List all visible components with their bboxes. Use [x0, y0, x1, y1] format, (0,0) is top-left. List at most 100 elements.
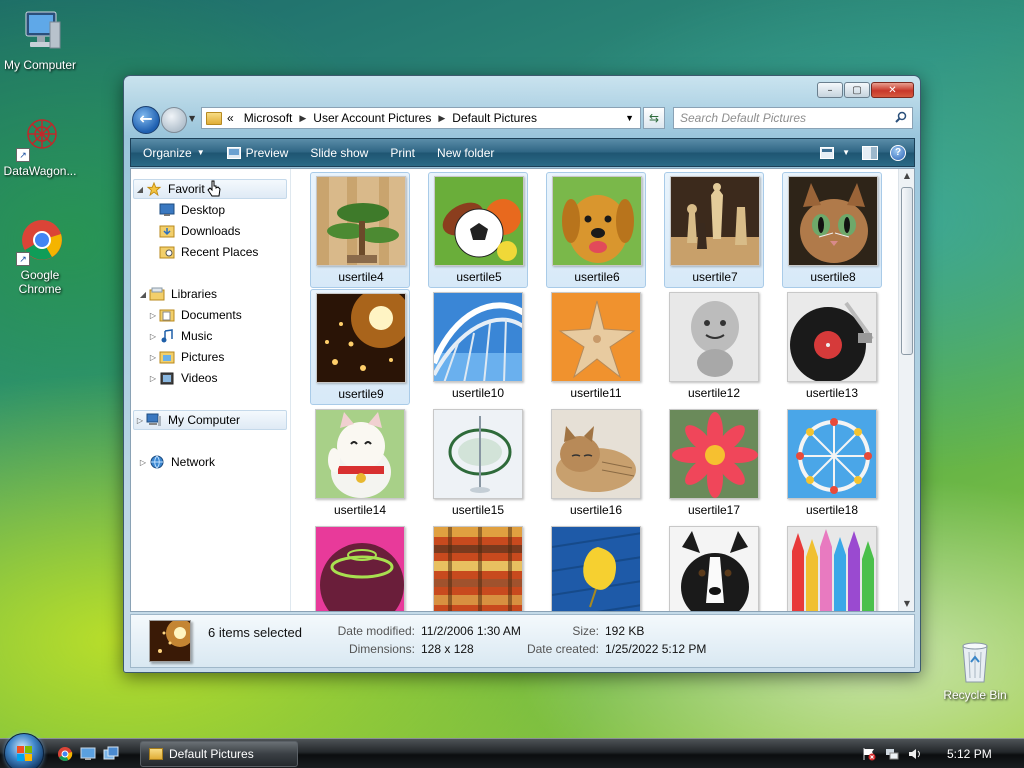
- breadcrumb-separator-icon[interactable]: ▶: [438, 113, 445, 124]
- file-tile[interactable]: usertile7: [664, 172, 764, 288]
- vertical-scrollbar[interactable]: ▲ ▼: [898, 169, 914, 611]
- view-icon: [820, 146, 835, 159]
- desktop-icon-my-computer[interactable]: My Computer: [0, 8, 80, 72]
- file-tile[interactable]: usertile5: [428, 172, 528, 288]
- file-tile[interactable]: usertile17: [664, 406, 764, 522]
- nav-documents[interactable]: ▷ Documents: [147, 305, 242, 325]
- breadcrumb-microsoft[interactable]: Microsoft: [244, 111, 293, 125]
- file-name: usertile9: [338, 387, 384, 401]
- file-tile[interactable]: usertile4: [310, 172, 410, 288]
- refresh-button[interactable]: ⇆: [643, 107, 665, 129]
- nav-label: Music: [181, 329, 213, 343]
- nav-label: Desktop: [181, 203, 226, 217]
- file-tile[interactable]: usertile12: [664, 289, 764, 405]
- file-tile[interactable]: usertile9: [310, 289, 410, 405]
- clock[interactable]: 5:12 PM: [947, 747, 992, 761]
- dimensions-label: Dimensions:: [348, 642, 415, 656]
- file-thumbnail: [787, 409, 877, 499]
- desktop-icon-google-chrome[interactable]: ↗ Google Chrome: [0, 218, 80, 296]
- quicklaunch-switch-windows-icon[interactable]: [103, 746, 119, 762]
- file-tile[interactable]: [782, 523, 882, 611]
- file-tile[interactable]: usertile18: [782, 406, 882, 522]
- computer-icon: [146, 413, 161, 426]
- expand-arrow-icon[interactable]: ▷: [147, 332, 159, 341]
- nav-libraries[interactable]: ◢ Libraries: [137, 284, 217, 304]
- expand-arrow-icon[interactable]: ◢: [134, 185, 146, 194]
- scroll-up-icon[interactable]: ▲: [899, 169, 914, 183]
- close-button[interactable]: ✕: [871, 82, 914, 98]
- scroll-thumb[interactable]: [901, 187, 913, 355]
- slideshow-button[interactable]: Slide show: [299, 139, 379, 166]
- nav-pictures[interactable]: ▷ Pictures: [147, 347, 224, 367]
- volume-icon[interactable]: [908, 747, 922, 761]
- documents-icon: [159, 309, 175, 322]
- quicklaunch-chrome-icon[interactable]: [57, 746, 73, 762]
- file-name: usertile7: [692, 270, 738, 284]
- file-tile[interactable]: usertile10: [428, 289, 528, 405]
- nav-favorites[interactable]: ◢ Favorit: [133, 179, 287, 199]
- preview-button[interactable]: Preview: [216, 139, 300, 166]
- organize-button[interactable]: Organize ▼: [131, 139, 216, 166]
- nav-downloads[interactable]: Downloads: [159, 221, 240, 241]
- file-tile[interactable]: [428, 523, 528, 611]
- new-folder-button[interactable]: New folder: [426, 139, 505, 166]
- address-dropdown-icon[interactable]: ▼: [625, 113, 634, 123]
- breadcrumb-overflow[interactable]: «: [227, 111, 234, 125]
- expand-arrow-icon[interactable]: ▷: [147, 374, 159, 383]
- print-label: Print: [390, 145, 416, 160]
- breadcrumb-separator-icon[interactable]: ▶: [299, 113, 306, 124]
- network-tray-icon[interactable]: [885, 747, 899, 761]
- nav-label: Network: [171, 455, 216, 469]
- file-name: usertile8: [810, 270, 856, 284]
- forward-button[interactable]: [161, 107, 187, 133]
- desktop-icon-datawagon[interactable]: ↗ DataWagon...: [0, 114, 80, 178]
- file-tile[interactable]: usertile11: [546, 289, 646, 405]
- date-created-value: 1/25/2022 5:12 PM: [605, 642, 707, 656]
- nav-videos[interactable]: ▷ Videos: [147, 368, 218, 388]
- start-button[interactable]: [4, 733, 44, 768]
- nav-network[interactable]: ▷ Network: [137, 452, 215, 472]
- minimize-button[interactable]: –: [817, 82, 843, 98]
- action-center-flag-icon[interactable]: [862, 747, 876, 761]
- change-view-button[interactable]: ▼: [820, 146, 850, 159]
- print-button[interactable]: Print: [379, 139, 426, 166]
- file-tile[interactable]: [546, 523, 646, 611]
- nav-desktop[interactable]: Desktop: [159, 200, 225, 220]
- nav-music[interactable]: ▷ Music: [147, 326, 212, 346]
- nav-my-computer[interactable]: ▷ My Computer: [133, 410, 287, 430]
- breadcrumb-default-pictures[interactable]: Default Pictures: [452, 111, 537, 125]
- file-tile[interactable]: usertile16: [546, 406, 646, 522]
- file-tile[interactable]: usertile8: [782, 172, 882, 288]
- quicklaunch-show-desktop-icon[interactable]: [80, 746, 96, 762]
- file-tile[interactable]: usertile14: [310, 406, 410, 522]
- file-tile[interactable]: [310, 523, 410, 611]
- expand-arrow-icon[interactable]: ▷: [147, 311, 159, 320]
- datawagon-icon: ↗: [16, 114, 64, 162]
- file-tile[interactable]: [664, 523, 764, 611]
- search-input[interactable]: Search Default Pictures: [673, 107, 913, 129]
- expand-arrow-icon[interactable]: ▷: [147, 353, 159, 362]
- taskbar: Default Pictures 5:12 PM: [0, 733, 1024, 768]
- file-thumbnail: [787, 526, 877, 611]
- nav-recent-places[interactable]: Recent Places: [159, 242, 258, 262]
- breadcrumb-user-account-pictures[interactable]: User Account Pictures: [313, 111, 431, 125]
- expand-arrow-icon[interactable]: ▷: [137, 458, 149, 467]
- file-tile[interactable]: usertile15: [428, 406, 528, 522]
- file-name: usertile4: [338, 270, 384, 284]
- maximize-button[interactable]: ▢: [844, 82, 870, 98]
- recent-pages-dropdown[interactable]: ▼: [189, 114, 195, 123]
- scroll-down-icon[interactable]: ▼: [899, 597, 914, 611]
- date-created-label: Date created:: [526, 642, 599, 656]
- back-button[interactable]: ←: [132, 106, 160, 134]
- desktop-icon-label: Google Chrome: [18, 268, 62, 296]
- taskbar-button-default-pictures[interactable]: Default Pictures: [140, 741, 298, 767]
- preview-pane-icon[interactable]: [862, 145, 878, 160]
- desktop-icon-recycle-bin[interactable]: Recycle Bin: [935, 638, 1015, 702]
- file-tile[interactable]: usertile6: [546, 172, 646, 288]
- search-icon[interactable]: [895, 111, 907, 123]
- help-button[interactable]: ?: [890, 144, 906, 161]
- address-bar[interactable]: « Microsoft ▶ User Account Pictures ▶ De…: [201, 107, 641, 129]
- file-tile[interactable]: usertile13: [782, 289, 882, 405]
- expand-arrow-icon[interactable]: ◢: [137, 290, 149, 299]
- expand-arrow-icon[interactable]: ▷: [134, 416, 146, 425]
